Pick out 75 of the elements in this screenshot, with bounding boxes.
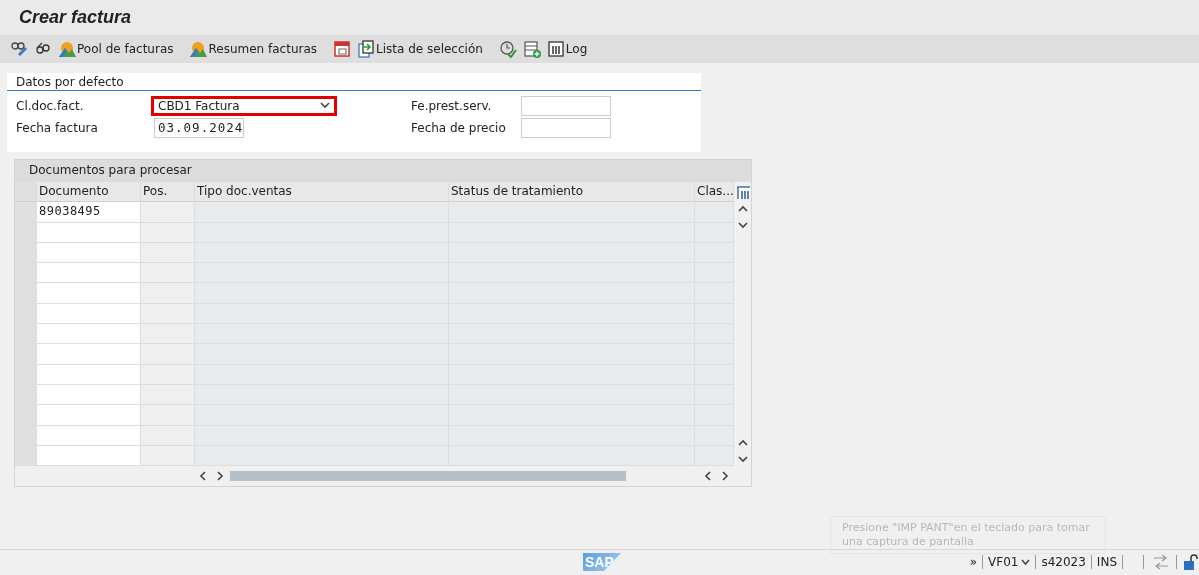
column-header[interactable]: Status de tratamiento	[449, 182, 695, 203]
toolbar-button[interactable]: Lista de selección	[355, 37, 485, 61]
landscape-icon	[189, 40, 208, 58]
scroll-down-icon[interactable]	[736, 454, 749, 465]
logo: SAP	[583, 553, 621, 571]
window-title: Crear factura	[19, 7, 132, 28]
status-item[interactable]: »	[964, 555, 984, 569]
status-item: s42023	[1036, 555, 1092, 569]
field-label: Fecha factura	[16, 120, 99, 137]
column-header[interactable]: Tipo doc.ventas	[195, 182, 449, 203]
calendar-icon	[333, 40, 352, 58]
table-title: Documentos para procesar	[15, 160, 751, 182]
input-cell[interactable]	[37, 364, 141, 385]
input-cell[interactable]	[37, 445, 141, 467]
input-cell[interactable]	[37, 425, 141, 446]
columns-icon[interactable]	[735, 185, 750, 199]
glasses-pencil-icon	[10, 40, 28, 58]
input-cell[interactable]	[37, 222, 141, 243]
scrollbar-thumb[interactable]	[230, 470, 626, 481]
table-cell	[141, 344, 195, 365]
row-selector[interactable]	[15, 202, 37, 223]
scroll-up-icon[interactable]	[736, 204, 749, 214]
padlock-icon[interactable]	[1183, 553, 1199, 571]
clock-check-icon	[498, 40, 517, 58]
input-cell[interactable]	[37, 384, 141, 406]
input-field[interactable]	[521, 118, 611, 138]
input-cell[interactable]	[37, 242, 141, 264]
table-cell	[141, 324, 195, 345]
column-header[interactable]: Clas...	[695, 182, 734, 203]
input-cell[interactable]	[37, 324, 141, 345]
table-cell	[141, 445, 195, 467]
input-cell[interactable]	[37, 344, 141, 365]
toolbar-button[interactable]: Log	[544, 37, 590, 61]
status-item: INS	[1091, 555, 1123, 569]
table-cell	[141, 263, 195, 284]
scroll-down-icon[interactable]	[736, 220, 749, 230]
table-cell	[141, 222, 195, 243]
scroll-right-icon[interactable]	[216, 469, 224, 482]
table-cell	[141, 202, 195, 223]
table-cell	[141, 425, 195, 446]
toolbar-button[interactable]: Resumen facturas	[187, 37, 320, 61]
landscape-icon	[58, 40, 76, 58]
chevron-down-icon	[320, 102, 330, 110]
table-cell	[141, 242, 195, 264]
document-arrow-icon	[357, 40, 376, 58]
toolbar-button[interactable]: Pool de facturas	[56, 37, 176, 61]
column-header[interactable]: Pos.	[141, 182, 195, 203]
arrows-icon[interactable]	[1152, 554, 1170, 570]
table-cell	[141, 384, 195, 406]
field-label: Cl.doc.fact.	[16, 98, 85, 115]
input-cell[interactable]	[37, 283, 141, 304]
input-field[interactable]	[521, 96, 611, 116]
section-title: Datos por defecto	[7, 73, 701, 91]
scroll-left-icon[interactable]	[704, 469, 712, 482]
field-label: Fecha de precio	[410, 120, 507, 137]
column-header[interactable]: Documento	[37, 182, 141, 203]
input-cell[interactable]	[37, 303, 141, 325]
table-cell	[695, 202, 734, 223]
chevron-down-icon	[1021, 558, 1031, 566]
transaction-dropdown[interactable]: VF01	[983, 555, 1037, 569]
table-cell	[141, 405, 195, 426]
row-selector[interactable]	[15, 445, 37, 467]
field-label: Fe.prest.serv.	[410, 98, 493, 115]
list-add-icon	[522, 40, 541, 58]
input-cell[interactable]: 89038495	[37, 202, 141, 223]
input-cell[interactable]	[37, 405, 141, 426]
scroll-left-icon[interactable]	[199, 469, 207, 482]
dropdown-field[interactable]: CBD1 Factura	[151, 96, 337, 116]
table-cell	[141, 364, 195, 385]
input-field[interactable]: 03.09.2024	[154, 118, 244, 138]
scroll-right-icon[interactable]	[721, 469, 729, 482]
table-cell	[141, 303, 195, 325]
input-cell[interactable]	[37, 263, 141, 284]
table-cell	[141, 283, 195, 304]
columns-icon	[546, 40, 565, 58]
